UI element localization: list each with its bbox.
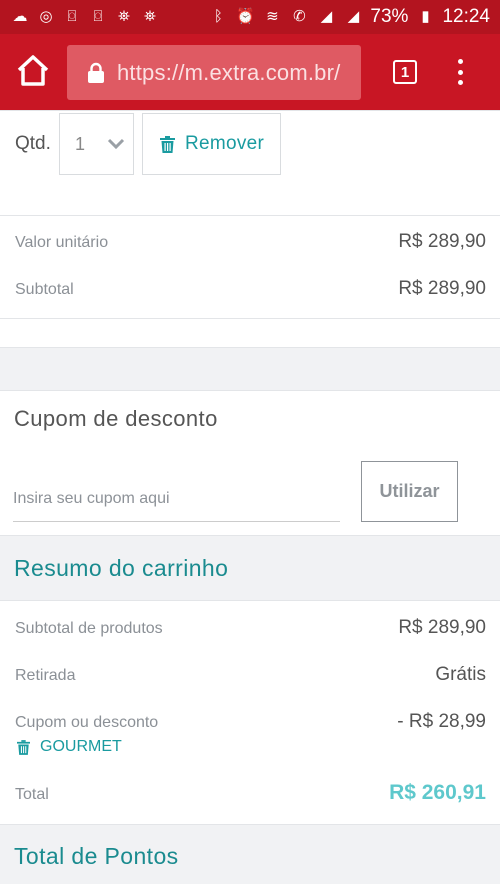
remove-coupon-link[interactable]: GOURMET [15,738,122,756]
menu-dot-icon [457,59,463,64]
pickup-value: Grátis [435,664,486,685]
quantity-label: Qtd. [15,133,51,154]
overflow-menu-button[interactable] [452,57,468,87]
discount-row: Cupom ou desconto - R$ 28,99 [15,711,486,733]
trash-icon [160,135,175,153]
clock: 12:24 [442,6,490,27]
unit-value-label: Valor unitário [15,234,109,251]
lock-icon [88,62,104,83]
coupon-card: Cupom de desconto Utilizar [0,390,500,536]
unit-value-row: Valor unitário R$ 289,90 [15,231,486,253]
total-row: Total R$ 260,91 [15,781,486,805]
signal-icon: ◢ [347,8,360,25]
bluetooth-icon: ᛒ [213,8,223,25]
sync-icon: ◎ [39,8,53,25]
total-value: R$ 260,91 [389,781,486,804]
discount-label: Cupom ou desconto [15,714,159,731]
battery-percent: 73% [370,6,409,27]
quantity-select[interactable]: 1 [59,113,134,175]
chevron-down-icon [107,138,125,150]
wifi-icon: ≋ [266,8,279,25]
points-card [0,884,500,889]
tab-switcher-button[interactable]: 1 [393,60,417,84]
remove-label: Remover [185,133,265,154]
unit-value: R$ 289,90 [398,231,486,252]
voicemail-icon: ⌼ [67,8,77,25]
divider [0,318,500,319]
cart-item-card: Qtd. 1 Remover Valor unitário R$ 289,90 … [0,110,500,348]
menu-dot-icon [457,69,463,75]
system-icons: ᛒ ⏰ ≋ ✆ ◢ ◢ 73% ▮ 12:24 [208,6,490,28]
summary-title: Resumo do carrinho [14,555,229,581]
status-bar: ☁ ◎ ⌼ ⌼ ⛯ ⛯ ᛒ ⏰ ≋ ✆ ◢ ◢ 73% ▮ 12:24 [0,0,500,34]
cloud-icon: ☁ [12,8,28,25]
coupon-title: Cupom de desconto [14,406,218,431]
map-icon: ⛯ [143,8,156,25]
remove-button[interactable]: Remover [142,113,281,175]
menu-dot-icon [457,80,463,85]
browser-toolbar: https://m.extra.com.br/ 1 [0,34,500,110]
signal-icon: ◢ [320,8,333,25]
phone-icon: ✆ [293,8,306,25]
total-label: Total [15,786,49,803]
url-bar[interactable]: https://m.extra.com.br/ [67,45,361,100]
pickup-row: Retirada Grátis [15,664,486,686]
products-subtotal-label: Subtotal de produtos [15,620,163,637]
home-icon [17,55,49,86]
summary-card: Subtotal de produtos R$ 289,90 Retirada … [0,600,500,825]
trash-icon [17,739,30,755]
points-title: Total de Pontos [14,843,179,869]
pickup-label: Retirada [15,667,76,684]
coupon-input[interactable] [13,477,340,522]
discount-value: - R$ 28,99 [397,711,486,732]
subtotal-row: Subtotal R$ 289,90 [15,278,486,300]
products-subtotal-row: Subtotal de produtos R$ 289,90 [15,617,486,639]
divider [0,215,500,216]
map-icon: ⛯ [117,8,130,25]
home-button[interactable] [15,53,51,89]
apply-coupon-button[interactable]: Utilizar [361,461,458,522]
products-subtotal-value: R$ 289,90 [398,617,486,638]
subtotal-value: R$ 289,90 [398,278,486,299]
subtotal-label: Subtotal [15,281,74,298]
battery-icon: ▮ [421,8,430,25]
notification-icons: ☁ ◎ ⌼ ⌼ ⛯ ⛯ [10,8,160,26]
quantity-value: 1 [75,133,86,154]
coupon-code: GOURMET [40,738,122,755]
alarm-icon: ⏰ [236,8,255,25]
url-text: https://m.extra.com.br/ [117,59,341,85]
voicemail-icon: ⌼ [93,8,103,25]
